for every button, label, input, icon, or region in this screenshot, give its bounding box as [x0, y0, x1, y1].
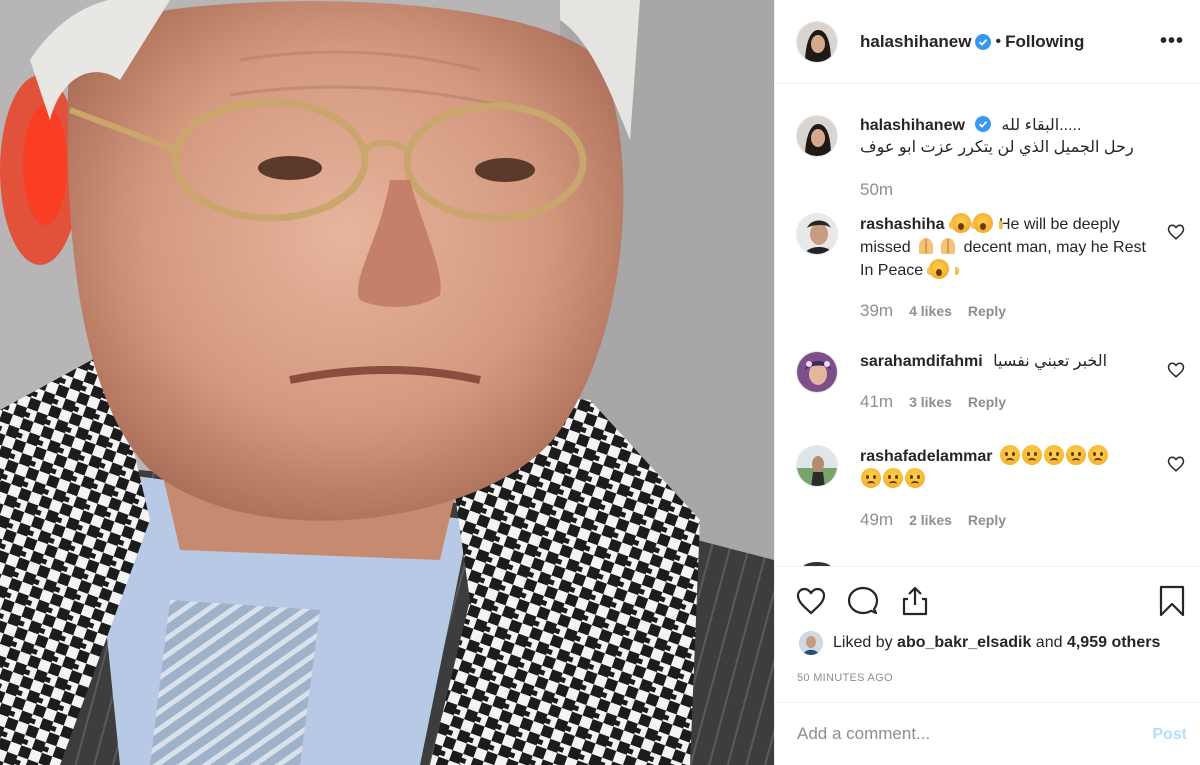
sad-face-emoji-icon	[861, 468, 881, 488]
comment-likes[interactable]: 3 likes	[909, 391, 952, 413]
verified-badge-icon	[975, 33, 992, 50]
face-screaming-emoji-icon	[926, 259, 959, 279]
comment-time[interactable]: 41m	[860, 391, 893, 413]
comment-item: sarahamdifahmi الخبر تعبني نفسيا 41m 3 l…	[796, 351, 1185, 413]
commenter-avatar[interactable]	[796, 213, 838, 255]
caption-text-line2: رحل الجميل الذي لن يتكرر عزت ابو عوف	[860, 139, 1134, 156]
caption-text-line1: .....البقاء لله	[1001, 117, 1082, 134]
heart-icon[interactable]	[795, 585, 827, 617]
comment-likes[interactable]: 4 likes	[909, 300, 952, 322]
liked-by-summary: Liked by abo_bakr_elsadik and 4,959 othe…	[799, 631, 1160, 655]
sad-face-emoji-icon	[1043, 445, 1064, 465]
comment-username[interactable]: sarahamdifahmi	[860, 353, 983, 370]
post-actions-section: Liked by abo_bakr_elsadik and 4,959 othe…	[775, 566, 1200, 702]
liked-by-prefix: Liked by	[833, 634, 893, 651]
comment-item: rashashiha He will be deeply missed dece…	[796, 213, 1185, 322]
commenter-avatar[interactable]	[796, 445, 838, 487]
folded-hands-emoji-icon	[916, 236, 936, 256]
comment-input[interactable]	[797, 724, 1127, 744]
comment-username[interactable]: rashashiha	[860, 216, 944, 233]
reply-button[interactable]: Reply	[968, 391, 1006, 413]
separator-dot: •	[995, 32, 1002, 50]
comment-text: الخبر تعبني نفسيا	[993, 353, 1108, 370]
post-header: halashihanew • Following •••	[775, 0, 1200, 84]
post-comment-button[interactable]: Post	[1152, 726, 1187, 744]
liked-by-user[interactable]: abo_bakr_elsadik	[897, 634, 1031, 652]
comment-likes[interactable]: 2 likes	[909, 509, 952, 531]
post-photo[interactable]	[0, 0, 774, 765]
comment-username[interactable]: rashafadelammar	[860, 448, 993, 465]
commenter-avatar[interactable]	[796, 351, 838, 393]
reply-button[interactable]: Reply	[968, 300, 1006, 322]
sad-face-emoji-icon	[1021, 445, 1042, 465]
author-avatar[interactable]	[796, 20, 838, 63]
like-comment-heart-icon[interactable]	[1167, 361, 1185, 379]
author-avatar[interactable]	[796, 115, 838, 157]
like-comment-heart-icon[interactable]	[1167, 455, 1185, 473]
caption-username[interactable]: halashihanew	[860, 117, 965, 134]
liker-avatar[interactable]	[799, 631, 823, 655]
sad-face-emoji-icon	[883, 468, 903, 488]
comment-item: rashafadelammar 49m 2 likes Reply	[796, 445, 1185, 531]
share-icon[interactable]	[899, 585, 931, 617]
liked-by-and: and	[1035, 634, 1063, 651]
add-comment-bar: Post	[775, 702, 1200, 765]
sad-face-emoji-icon	[905, 468, 925, 488]
post-timestamp[interactable]: 50 MINUTES AGO	[797, 672, 893, 684]
comment-icon[interactable]	[847, 585, 879, 617]
verified-badge-icon	[974, 116, 991, 132]
following-button[interactable]: Following	[1005, 32, 1084, 52]
more-options-icon[interactable]: •••	[1160, 30, 1184, 53]
folded-hands-emoji-icon	[938, 236, 958, 256]
comment-time[interactable]: 39m	[860, 300, 893, 322]
sad-face-emoji-icon	[999, 445, 1020, 465]
post-details-panel: halashihanew • Following ••• halashihane…	[774, 0, 1200, 765]
caption-time[interactable]: 50m	[860, 179, 893, 201]
portrait-image	[0, 0, 774, 765]
comment-time[interactable]: 49m	[860, 509, 893, 531]
face-screaming-emoji-icon	[971, 213, 1004, 233]
sad-face-emoji-icon	[1087, 445, 1108, 465]
sad-face-emoji-icon	[1065, 445, 1086, 465]
author-username[interactable]: halashihanew	[860, 32, 971, 52]
reply-button[interactable]: Reply	[968, 509, 1006, 531]
face-screaming-emoji-icon	[949, 213, 982, 233]
like-comment-heart-icon[interactable]	[1167, 223, 1185, 241]
caption: halashihanew .....البقاء لله رحل الجميل …	[796, 115, 1185, 201]
bookmark-icon[interactable]	[1157, 585, 1187, 617]
liked-by-others[interactable]: 4,959 others	[1067, 634, 1160, 652]
comments-list[interactable]: halashihanew .....البقاء لله رحل الجميل …	[775, 85, 1200, 566]
